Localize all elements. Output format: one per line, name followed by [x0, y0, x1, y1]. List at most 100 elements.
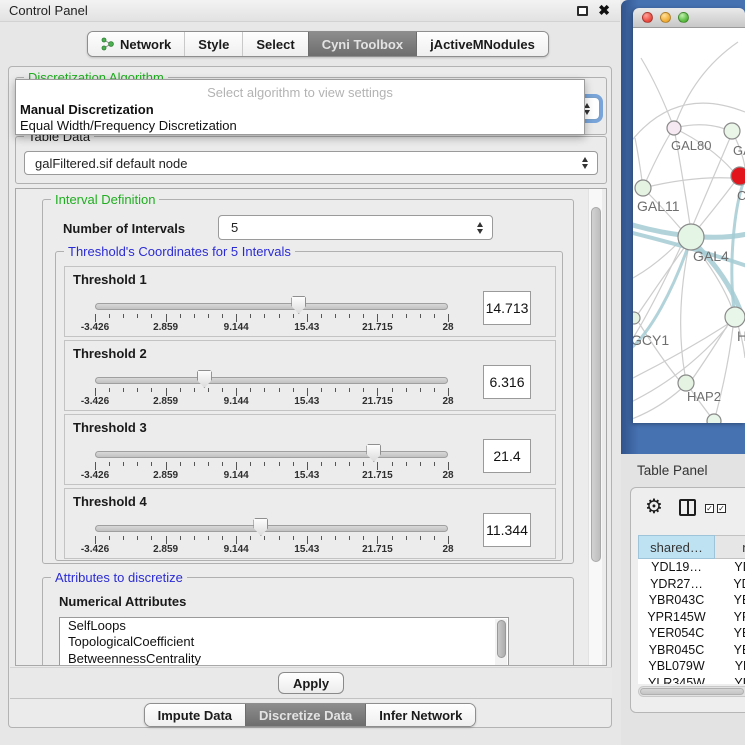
cell-shared-name: YPR145W [638, 609, 715, 626]
network-node[interactable] [635, 180, 651, 196]
slider-track[interactable] [95, 525, 448, 532]
node-label-gcy1: GCY1 [633, 332, 669, 348]
threshold-panel-2: Threshold 2-3.4262.8599.14415.4321.71528… [64, 340, 556, 411]
network-view-window: GAL80GACGAL11GAL4GCY1HHAP2 [633, 8, 745, 423]
threshold-value-field[interactable]: 11.344 [483, 513, 531, 547]
slider-thumb[interactable] [253, 518, 268, 536]
tab-label: Style [198, 37, 229, 52]
column-header-shared-name[interactable]: shared… [638, 535, 715, 559]
settings-scrollpane: Interval Definition Number of Intervals … [15, 188, 607, 666]
network-node[interactable] [678, 224, 704, 250]
tab-style[interactable]: Style [184, 32, 242, 56]
popup-option-equal-width-frequency-discretization[interactable]: Equal Width/Frequency Discretization [16, 118, 584, 134]
float-window-icon[interactable] [577, 6, 588, 16]
panel-vertical-scrollbar[interactable] [588, 189, 602, 665]
attribute-item-selfloops[interactable]: SelfLoops [60, 618, 508, 634]
close-icon[interactable]: ✖ [598, 2, 610, 19]
threshold-value-field[interactable]: 21.4 [483, 439, 531, 473]
network-node[interactable] [667, 121, 681, 135]
table-horizontal-scrollbar[interactable] [638, 686, 745, 697]
cell-name: YBR0 [715, 642, 745, 659]
thresholds-group-title: Threshold's Coordinates for 5 Intervals [64, 244, 295, 259]
attribute-item-betweennesscentrality[interactable]: BetweennessCentrality [60, 651, 508, 666]
gear-icon[interactable]: ⚙ [645, 494, 663, 519]
tab-label: Network [120, 37, 171, 52]
cell-name: YDL1 [715, 559, 745, 576]
slider-track[interactable] [95, 303, 448, 310]
slider-thumb[interactable] [291, 296, 306, 314]
node-label-gal80: GAL80 [671, 138, 711, 153]
network-canvas[interactable]: GAL80GACGAL11GAL4GCY1HHAP2 [633, 28, 745, 423]
tab-network[interactable]: Network [88, 32, 184, 56]
slider-tick-labels: -3.4262.8599.14415.4321.71528 [95, 396, 448, 408]
cell-shared-name: YDL19… [638, 559, 715, 576]
combo-arrows-icon [582, 157, 588, 169]
apply-button[interactable]: Apply [278, 672, 344, 694]
network-node[interactable] [707, 414, 721, 423]
slider-track[interactable] [95, 377, 448, 384]
slider-thumb[interactable] [197, 370, 212, 388]
tab-infer-network[interactable]: Infer Network [365, 704, 475, 726]
network-node[interactable] [724, 123, 740, 139]
number-of-intervals-label: Number of Intervals [63, 221, 185, 236]
tab-select[interactable]: Select [242, 32, 307, 56]
attributes-list-scrollbar[interactable] [495, 619, 507, 666]
column-header-name[interactable]: na [715, 535, 745, 559]
zoom-traffic-light[interactable] [678, 12, 689, 23]
slider-tick-labels: -3.4262.8599.14415.4321.71528 [95, 322, 448, 334]
minimize-traffic-light[interactable] [660, 12, 671, 23]
tab-label: Select [256, 37, 294, 52]
table-data-combobox[interactable]: galFiltered.sif default node [24, 151, 598, 175]
table-data-group: Table Data galFiltered.sif default node [15, 136, 607, 184]
numerical-attributes-label: Numerical Attributes [59, 594, 186, 609]
threshold-value-field[interactable]: 14.713 [483, 291, 531, 325]
checkbox-icon[interactable]: ✓ [705, 504, 714, 513]
thresholds-group: Threshold's Coordinates for 5 Intervals … [55, 251, 563, 561]
table-row[interactable]: YDR27…YDR2 [638, 576, 745, 593]
attribute-item-topologicalcoefficient[interactable]: TopologicalCoefficient [60, 634, 508, 650]
slider-ticks [95, 314, 448, 322]
threshold-label: Threshold 3 [73, 420, 147, 435]
network-node[interactable] [725, 307, 745, 327]
cyni-toolbox-panel: Discretization Algorithm Select algorith… [8, 66, 612, 728]
tab-impute-data[interactable]: Impute Data [145, 704, 245, 726]
network-node[interactable] [731, 167, 745, 185]
tab-cyni-toolbox[interactable]: Cyni Toolbox [308, 32, 416, 56]
tab-label: Discretize Data [259, 708, 352, 723]
network-edge [633, 246, 681, 344]
tab-discretize-data[interactable]: Discretize Data [245, 704, 365, 726]
table-row[interactable]: YER054CYER0 [638, 625, 745, 642]
network-icon [101, 37, 114, 51]
cell-shared-name: YBR045C [638, 642, 715, 659]
columns-icon[interactable] [679, 499, 696, 516]
threshold-value-field[interactable]: 6.316 [483, 365, 531, 399]
slider-tick-labels: -3.4262.8599.14415.4321.71528 [95, 544, 448, 556]
network-edge [681, 250, 688, 375]
network-node[interactable] [633, 312, 640, 324]
close-traffic-light[interactable] [642, 12, 653, 23]
popup-option-manual-discretization[interactable]: Manual Discretization [16, 102, 584, 118]
cell-name: YBL0 [715, 658, 745, 675]
bottom-tab-bar: Impute Data Discretize Data Infer Network [9, 703, 611, 727]
table-row[interactable]: YBL079WYBL0 [638, 658, 745, 675]
tab-label: Infer Network [379, 708, 462, 723]
threshold-panel-4: Threshold 4-3.4262.8599.14415.4321.71528… [64, 488, 556, 559]
slider-thumb[interactable] [366, 444, 381, 462]
tab-label: Cyni Toolbox [322, 37, 403, 52]
checkbox-icon[interactable]: ✓ [717, 504, 726, 513]
network-desktop-area: GAL80GACGAL11GAL4GCY1HHAP2 [621, 0, 745, 454]
slider-track[interactable] [95, 451, 448, 458]
cell-name: YBR0 [715, 592, 745, 609]
table-data-selected: galFiltered.sif default node [35, 156, 187, 171]
table-row[interactable]: YPR145WYPR1 [638, 609, 745, 626]
table-row[interactable]: YBR045CYBR0 [638, 642, 745, 659]
node-label-h: H [737, 328, 745, 344]
table-row[interactable]: YLR345WYLR3 [638, 675, 745, 685]
control-panel-title: Control Panel [9, 3, 88, 18]
number-of-intervals-combobox[interactable]: 5 [218, 215, 493, 240]
slider-ticks [95, 536, 448, 544]
slider-ticks [95, 462, 448, 470]
table-row[interactable]: YDL19…YDL1 [638, 559, 745, 576]
table-row[interactable]: YBR043CYBR0 [638, 592, 745, 609]
tab-jactivemnodules[interactable]: jActiveMNodules [416, 32, 548, 56]
